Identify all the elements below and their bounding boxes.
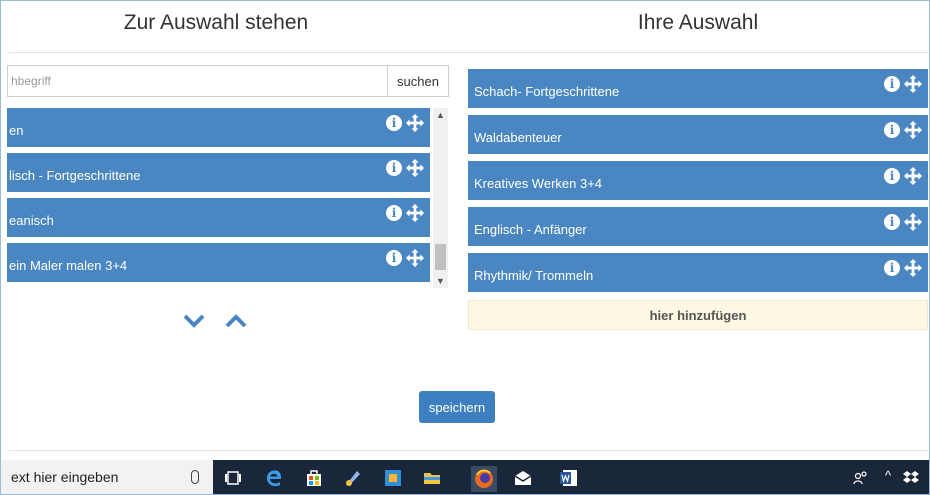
available-item[interactable]: lisch - Fortgeschrittene i [7, 153, 430, 192]
info-icon[interactable]: i [386, 160, 402, 176]
move-arrows-icon[interactable] [406, 159, 424, 177]
dropbox-icon[interactable] [903, 470, 919, 486]
info-icon[interactable]: i [884, 168, 900, 184]
move-arrows-icon[interactable] [904, 167, 922, 185]
chevron-up-tray-icon[interactable]: ^ [885, 468, 891, 483]
info-icon[interactable]: i [386, 250, 402, 266]
search-button[interactable]: suchen [387, 65, 449, 97]
info-icon[interactable]: i [884, 122, 900, 138]
word-icon[interactable] [559, 468, 579, 488]
scroll-down-arrow-icon[interactable]: ▼ [433, 274, 448, 288]
file-explorer-icon[interactable] [422, 468, 442, 488]
divider [9, 52, 929, 53]
footer-divider [9, 450, 929, 451]
add-here-dropzone[interactable]: hier hinzufügen [468, 300, 928, 330]
info-icon[interactable]: i [884, 260, 900, 276]
selected-item-label: Rhythmik/ Trommeln [474, 268, 594, 283]
search-input[interactable]: hbegriff [7, 65, 387, 97]
taskbar: ext hier eingeben ^ [1, 460, 929, 494]
available-list: en i lisch - Fortgeschrittene i eanisch … [7, 108, 430, 288]
available-item-label: en [9, 123, 24, 138]
available-item-label: eanisch [9, 213, 54, 228]
move-arrows-icon[interactable] [904, 75, 922, 93]
selected-item-label: Englisch - Anfänger [474, 222, 587, 237]
available-item[interactable]: eanisch i [7, 198, 430, 237]
taskbar-search-input[interactable]: ext hier eingeben [1, 460, 213, 494]
available-list-scrollbar[interactable]: ▲ ▼ [433, 108, 448, 288]
info-icon[interactable]: i [884, 76, 900, 92]
save-button[interactable]: speichern [419, 391, 495, 423]
app-window: Zur Auswahl stehen Ihre Auswahl hbegriff… [0, 0, 930, 495]
available-heading: Zur Auswahl stehen [123, 11, 309, 34]
selected-item[interactable]: Schach- Fortgeschrittene i [468, 69, 928, 108]
selected-item[interactable]: Englisch - Anfänger i [468, 207, 928, 246]
move-arrows-icon[interactable] [406, 114, 424, 132]
firefox-icon[interactable] [471, 466, 497, 492]
selected-item[interactable]: Kreatives Werken 3+4 i [468, 161, 928, 200]
move-arrows-icon[interactable] [904, 121, 922, 139]
move-arrows-icon[interactable] [904, 213, 922, 231]
move-arrows-icon[interactable] [904, 259, 922, 277]
move-arrows-icon[interactable] [406, 204, 424, 222]
store-icon[interactable] [304, 468, 324, 488]
chevron-down-icon[interactable] [183, 313, 205, 329]
paint-app-icon[interactable] [343, 468, 363, 488]
selected-item[interactable]: Rhythmik/ Trommeln i [468, 253, 928, 292]
selected-item-label: Schach- Fortgeschrittene [474, 84, 620, 99]
task-view-icon[interactable] [223, 468, 243, 488]
selected-heading: Ihre Auswahl [637, 11, 759, 34]
selected-item[interactable]: Waldabenteuer i [468, 115, 928, 154]
available-item[interactable]: ein Maler malen 3+4 i [7, 243, 430, 282]
info-icon[interactable]: i [386, 205, 402, 221]
info-icon[interactable]: i [386, 115, 402, 131]
presenter-app-icon[interactable] [383, 468, 403, 488]
selected-item-label: Kreatives Werken 3+4 [474, 176, 603, 191]
mail-icon[interactable] [513, 468, 533, 488]
available-item[interactable]: en i [7, 108, 430, 147]
microphone-icon[interactable] [191, 470, 199, 484]
people-icon[interactable] [851, 468, 871, 488]
scroll-up-arrow-icon[interactable]: ▲ [433, 108, 448, 122]
info-icon[interactable]: i [884, 214, 900, 230]
available-item-label: lisch - Fortgeschrittene [9, 168, 141, 183]
edge-browser-icon[interactable] [264, 468, 284, 488]
scroll-thumb[interactable] [435, 244, 446, 270]
available-item-label: ein Maler malen 3+4 [9, 258, 128, 273]
move-arrows-icon[interactable] [406, 249, 424, 267]
selected-item-label: Waldabenteuer [474, 130, 562, 145]
chevron-up-icon[interactable] [225, 313, 247, 329]
